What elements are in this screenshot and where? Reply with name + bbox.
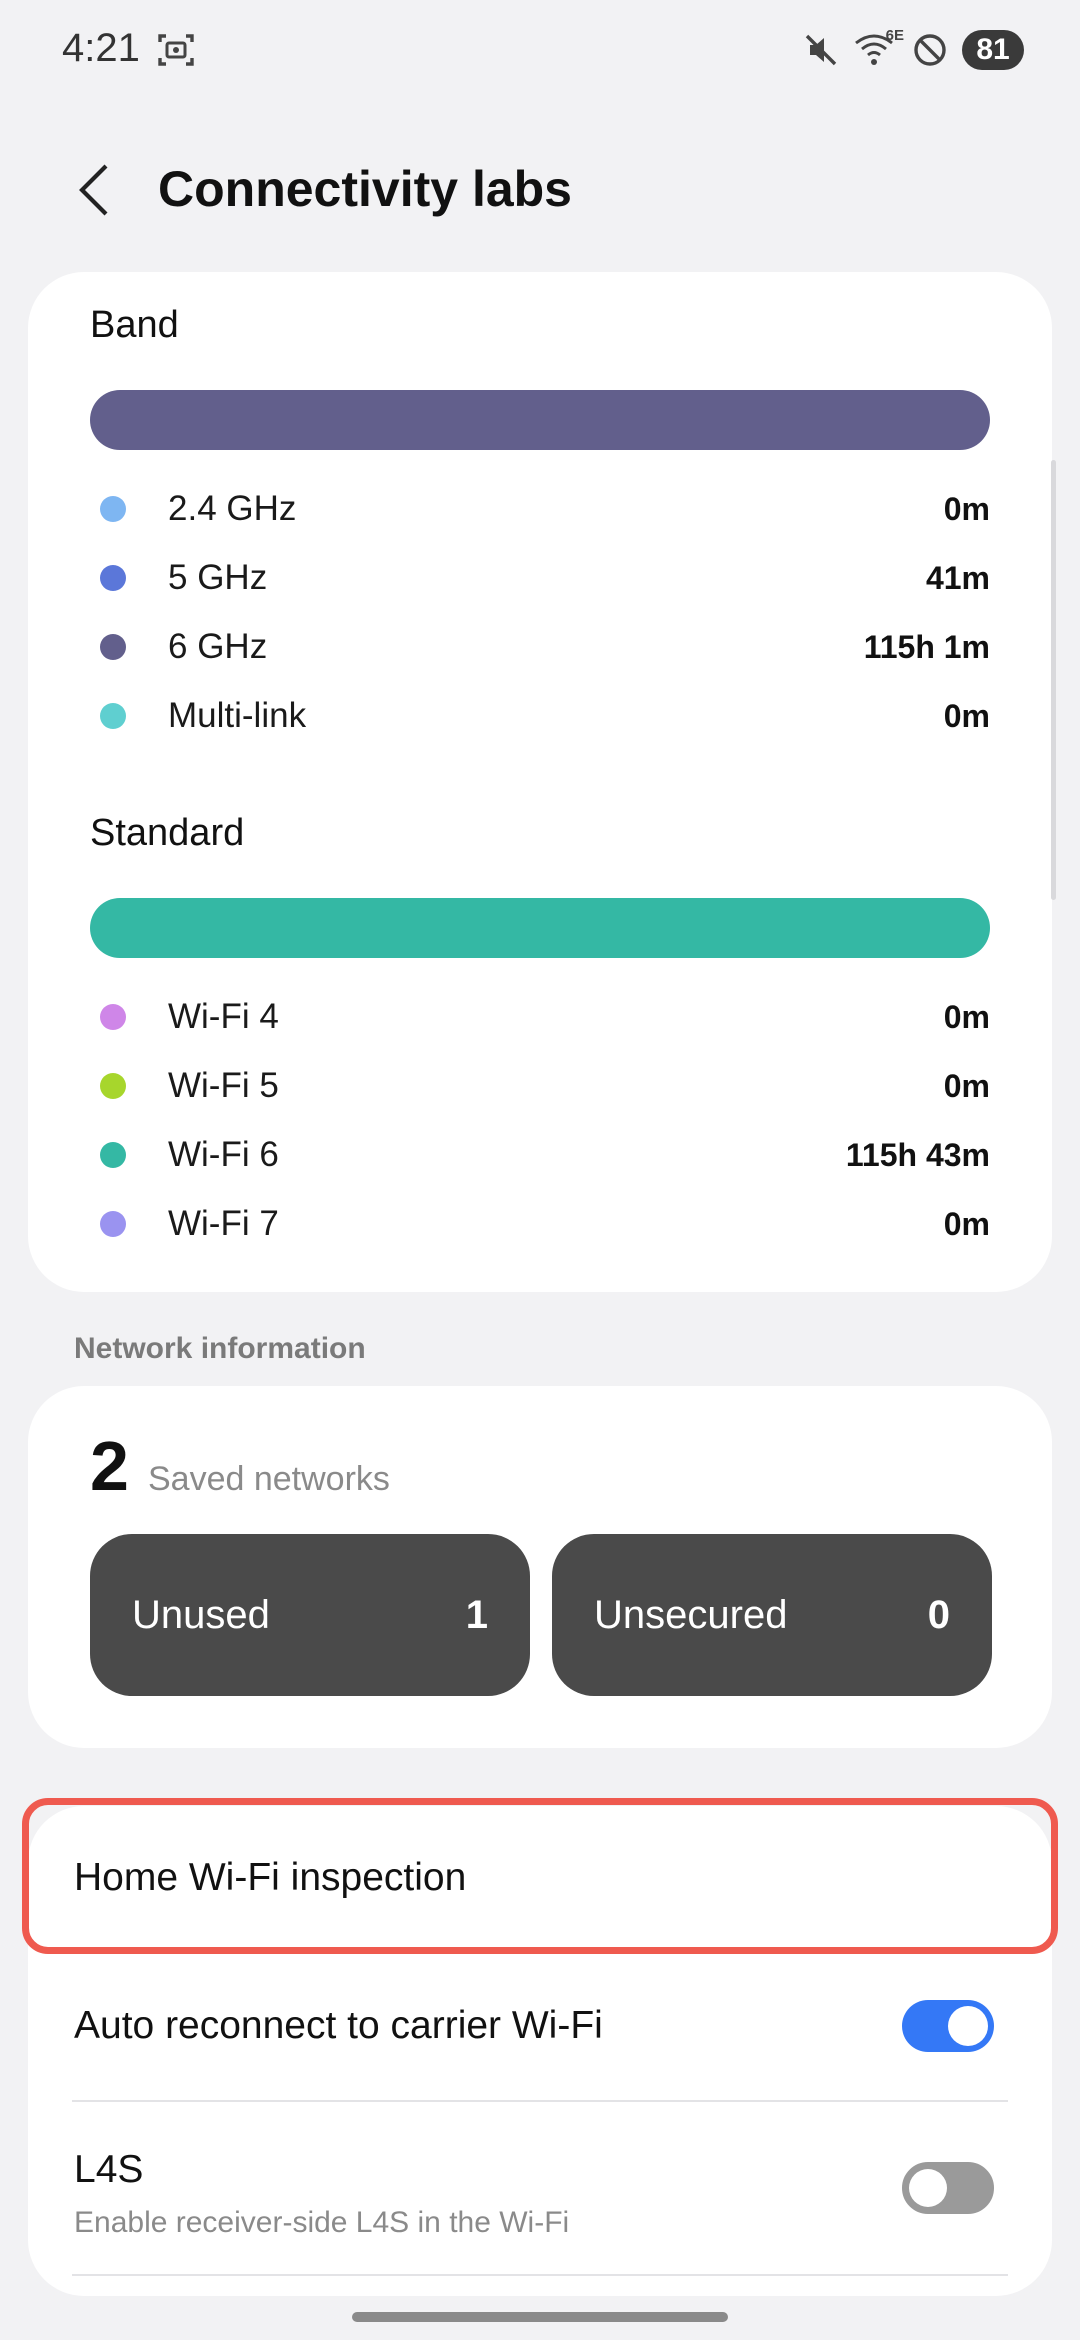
band-usage-bar xyxy=(90,390,990,450)
auto-reconnect-toggle[interactable] xyxy=(902,2000,994,2052)
standard-item-wifi-7: Wi-Fi 7 0m xyxy=(90,1199,990,1249)
legend-dot xyxy=(100,703,126,729)
divider xyxy=(72,2274,1008,2276)
l4s-toggle[interactable] xyxy=(902,2162,994,2214)
home-indicator[interactable] xyxy=(352,2312,728,2322)
network-information-header: Network information xyxy=(74,1332,366,1365)
standard-title: Standard xyxy=(90,812,245,854)
band-item-5ghz: 5 GHz 41m xyxy=(90,553,990,603)
wifi-badge: 6E xyxy=(885,27,904,44)
do-not-disturb-icon xyxy=(914,34,946,66)
band-item-multi-link: Multi-link 0m xyxy=(90,691,990,741)
legend-dot xyxy=(100,1142,126,1168)
page-title: Connectivity labs xyxy=(158,161,572,217)
saved-networks-count: 2 xyxy=(90,1427,129,1505)
band-item-6ghz: 6 GHz 115h 1m xyxy=(90,622,990,672)
standard-item-wifi-5: Wi-Fi 5 0m xyxy=(90,1061,990,1111)
battery-indicator: 81 xyxy=(962,30,1024,70)
back-button[interactable] xyxy=(64,152,124,228)
legend-dot xyxy=(100,1004,126,1030)
standard-item-wifi-4: Wi-Fi 4 0m xyxy=(90,992,990,1042)
band-item-2-4ghz: 2.4 GHz 0m xyxy=(90,484,990,534)
back-arrow-icon xyxy=(79,164,108,216)
l4s-item[interactable]: L4S Enable receiver-side L4S in the Wi-F… xyxy=(28,2102,1052,2276)
saved-networks-label: Saved networks xyxy=(148,1460,390,1498)
legend-dot xyxy=(100,565,126,591)
unsecured-networks-button[interactable]: Unsecured 0 xyxy=(552,1534,992,1696)
legend-dot xyxy=(100,1211,126,1237)
network-info-card: 2 Saved networks Unused 1 Unsecured 0 xyxy=(28,1386,1052,1748)
standard-item-wifi-6: Wi-Fi 6 115h 43m xyxy=(90,1130,990,1180)
status-bar: 4:21 6E 81 xyxy=(0,0,1080,100)
status-icons: 6E 81 xyxy=(802,27,1024,72)
home-wifi-inspection-item[interactable]: Home Wi-Fi inspection xyxy=(28,1806,1052,1952)
band-title: Band xyxy=(90,304,179,346)
legend-dot xyxy=(100,634,126,660)
mute-icon xyxy=(805,34,837,66)
standard-usage-bar xyxy=(90,898,990,958)
unused-networks-button[interactable]: Unused 1 xyxy=(90,1534,530,1696)
legend-dot xyxy=(100,496,126,522)
auto-reconnect-item[interactable]: Auto reconnect to carrier Wi-Fi xyxy=(28,1952,1052,2102)
screenshot-icon xyxy=(156,30,196,70)
scrollbar[interactable] xyxy=(1051,460,1056,900)
settings-card: Home Wi-Fi inspection Auto reconnect to … xyxy=(28,1806,1052,2296)
usage-card: Band 2.4 GHz 0m 5 GHz 41m 6 GHz 115h 1m … xyxy=(28,272,1052,1292)
legend-dot xyxy=(100,1073,126,1099)
status-time: 4:21 xyxy=(62,26,140,70)
wifi-icon: 6E xyxy=(854,27,904,69)
